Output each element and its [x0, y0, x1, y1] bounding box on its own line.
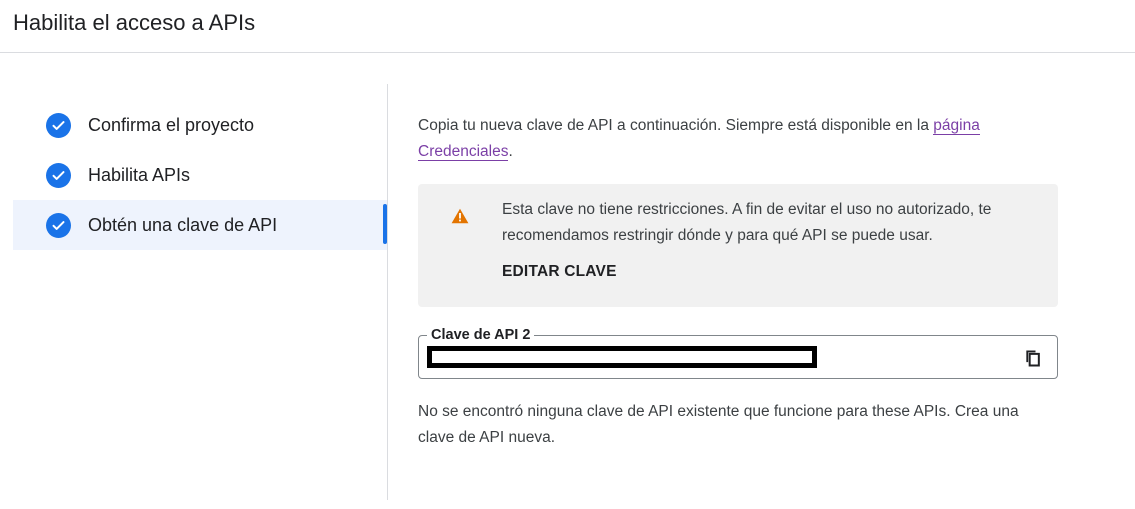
step-get-api-key[interactable]: Obtén una clave de API [13, 200, 387, 250]
check-circle-icon [46, 163, 71, 188]
edit-key-button[interactable]: EDITAR CLAVE [502, 263, 617, 281]
check-circle-icon [46, 213, 71, 238]
warning-icon [451, 208, 469, 224]
warning-text: Esta clave no tiene restricciones. A fin… [502, 201, 992, 244]
intro-text: Copia tu nueva clave de API a continuaci… [418, 117, 980, 161]
step-label: Obtén una clave de API [88, 215, 278, 235]
page-title: Habilita el acceso a APIs [13, 10, 256, 35]
no-existing-key-message: No se encontró ninguna clave de API exis… [418, 403, 1019, 446]
main-content: Copia tu nueva clave de API a continuaci… [418, 113, 1058, 446]
api-key-field[interactable]: Clave de API 2 [418, 326, 1058, 379]
warning-banner: Esta clave no tiene restricciones. A fin… [418, 184, 1058, 307]
step-confirm-project[interactable]: Confirma el proyecto [13, 100, 387, 150]
stepper: Confirma el proyecto Habilita APIs Obtén… [13, 100, 387, 250]
check-circle-icon [46, 113, 71, 138]
step-enable-apis[interactable]: Habilita APIs [13, 150, 387, 200]
api-key-field-label: Clave de API 2 [427, 326, 535, 344]
copy-icon[interactable] [1023, 348, 1043, 368]
step-label: Habilita APIs [88, 165, 191, 185]
api-key-value-redacted[interactable] [427, 346, 817, 368]
page-header: Habilita el acceso a APIs [0, 0, 1135, 53]
vertical-divider [387, 84, 388, 500]
step-label: Confirma el proyecto [88, 115, 255, 135]
